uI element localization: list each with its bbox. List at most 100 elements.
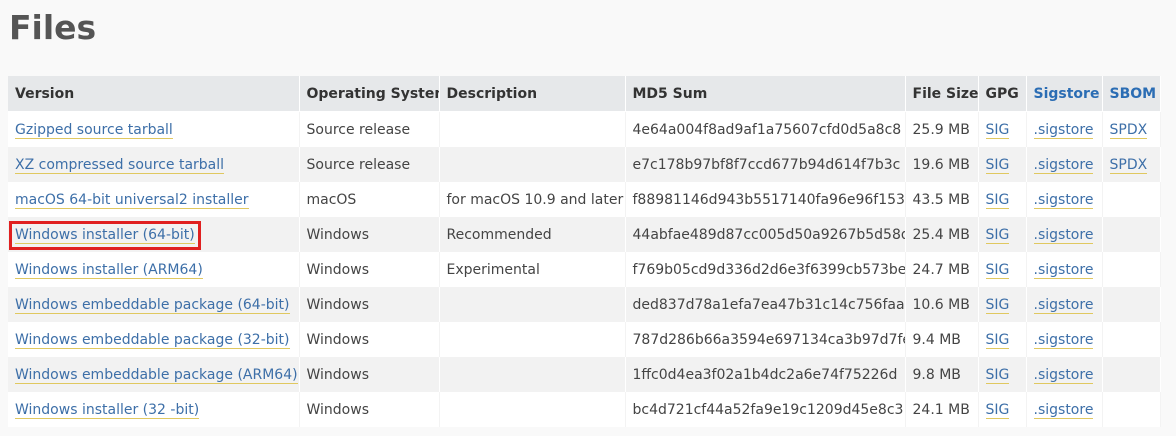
cell-gpg: SIG bbox=[978, 111, 1027, 147]
cell-size: 24.7 MB bbox=[905, 252, 979, 287]
cell-sbom bbox=[1102, 392, 1161, 427]
cell-size: 25.9 MB bbox=[905, 111, 979, 147]
cell-sbom: SPDX bbox=[1102, 111, 1161, 147]
sigstore-header-link[interactable]: Sigstore bbox=[1034, 86, 1100, 102]
cell-gpg: SIG bbox=[978, 182, 1027, 217]
col-md5: MD5 Sum bbox=[625, 76, 906, 112]
page-title: Files bbox=[9, 8, 97, 47]
table-row: Windows installer (64-bit) Windows Recomme… bbox=[8, 217, 1161, 252]
os-cell: macOS bbox=[306, 191, 357, 208]
cell-gpg: SIG bbox=[978, 252, 1027, 287]
cell-os: Windows bbox=[299, 392, 440, 427]
sbom-header-link[interactable]: SBOM bbox=[1110, 86, 1157, 102]
cell-sbom bbox=[1102, 322, 1161, 357]
sigstore-link[interactable]: .sigstore bbox=[1033, 226, 1094, 244]
cell-md5: e7c178b97bf8f7ccd677b94d614f7b3c bbox=[625, 147, 906, 182]
sbom-spdx-link[interactable]: SPDX bbox=[1109, 121, 1148, 139]
md5-cell: e7c178b97bf8f7ccd677b94d614f7b3c bbox=[632, 156, 901, 173]
cell-size: 19.6 MB bbox=[905, 147, 979, 182]
cell-version: Windows embeddable package (64-bit) bbox=[8, 287, 300, 322]
version-download-link[interactable]: Windows embeddable package (32-bit) bbox=[15, 331, 290, 349]
cell-sigstore: .sigstore bbox=[1026, 111, 1103, 147]
sigstore-link[interactable]: .sigstore bbox=[1033, 261, 1094, 279]
version-download-link[interactable]: Gzipped source tarball bbox=[15, 121, 173, 139]
cell-version: Windows installer (64-bit) bbox=[8, 217, 300, 252]
file-size-cell: 25.4 MB bbox=[912, 226, 970, 243]
md5-cell: bc4d721cf44a52fa9e19c1209d45e8c3 bbox=[632, 401, 904, 418]
version-download-link[interactable]: macOS 64-bit universal2 installer bbox=[15, 191, 249, 209]
table-header-row: Version Operating System Description MD5… bbox=[8, 76, 1161, 112]
cell-md5: f88981146d943b5517140fa96e96f153 bbox=[625, 182, 906, 217]
cell-os: macOS bbox=[299, 182, 440, 217]
gpg-sig-link[interactable]: SIG bbox=[985, 261, 1010, 279]
cell-size: 24.1 MB bbox=[905, 392, 979, 427]
cell-os: Windows bbox=[299, 322, 440, 357]
sigstore-link[interactable]: .sigstore bbox=[1033, 401, 1094, 419]
cell-sbom bbox=[1102, 217, 1161, 252]
cell-md5: f769b05cd9d336d2d6e3f6399cb573be bbox=[625, 252, 906, 287]
sigstore-link[interactable]: .sigstore bbox=[1033, 296, 1094, 314]
cell-description: Recommended bbox=[439, 217, 626, 252]
cell-sigstore: .sigstore bbox=[1026, 287, 1103, 322]
sigstore-link[interactable]: .sigstore bbox=[1033, 331, 1094, 349]
gpg-sig-link[interactable]: SIG bbox=[985, 331, 1010, 349]
col-sbom: SBOM bbox=[1102, 76, 1161, 112]
cell-description bbox=[439, 287, 626, 322]
version-download-link[interactable]: Windows installer (ARM64) bbox=[15, 261, 203, 279]
cell-sigstore: .sigstore bbox=[1026, 252, 1103, 287]
md5-cell: 44abfae489d87cc005d50a9267b5d58d bbox=[632, 226, 905, 243]
table-row: Windows embeddable package (32-bit) Windo… bbox=[8, 322, 1161, 357]
cell-os: Source release bbox=[299, 147, 440, 182]
cell-os: Windows bbox=[299, 217, 440, 252]
version-download-link[interactable]: XZ compressed source tarball bbox=[15, 156, 225, 174]
file-size-cell: 25.9 MB bbox=[912, 121, 970, 138]
description-cell: Experimental bbox=[446, 261, 540, 278]
os-cell: Windows bbox=[306, 296, 370, 313]
gpg-sig-link[interactable]: SIG bbox=[985, 226, 1010, 244]
sigstore-link[interactable]: .sigstore bbox=[1033, 121, 1094, 139]
cell-size: 9.8 MB bbox=[905, 357, 979, 392]
cell-md5: 44abfae489d87cc005d50a9267b5d58d bbox=[625, 217, 906, 252]
sigstore-link[interactable]: .sigstore bbox=[1033, 191, 1094, 209]
gpg-sig-link[interactable]: SIG bbox=[985, 121, 1010, 139]
cell-sbom: SPDX bbox=[1102, 147, 1161, 182]
os-cell: Windows bbox=[306, 261, 370, 278]
col-os: Operating System bbox=[299, 76, 440, 112]
cell-gpg: SIG bbox=[978, 322, 1027, 357]
cell-version: Windows embeddable package (32-bit) bbox=[8, 322, 300, 357]
gpg-sig-link[interactable]: SIG bbox=[985, 296, 1010, 314]
gpg-sig-link[interactable]: SIG bbox=[985, 366, 1010, 384]
cell-md5: 4e64a004f8ad9af1a75607cfd0d5a8c8 bbox=[625, 111, 906, 147]
gpg-sig-link[interactable]: SIG bbox=[985, 401, 1010, 419]
highlighted-download-link[interactable]: Windows installer (64-bit) bbox=[9, 220, 201, 250]
cell-md5: bc4d721cf44a52fa9e19c1209d45e8c3 bbox=[625, 392, 906, 427]
md5-cell: 4e64a004f8ad9af1a75607cfd0d5a8c8 bbox=[632, 121, 902, 138]
file-size-cell: 9.4 MB bbox=[912, 331, 961, 348]
cell-sbom bbox=[1102, 357, 1161, 392]
file-size-cell: 24.7 MB bbox=[912, 261, 970, 278]
cell-sigstore: .sigstore bbox=[1026, 217, 1103, 252]
sigstore-link[interactable]: .sigstore bbox=[1033, 156, 1094, 174]
cell-version: Windows embeddable package (ARM64) bbox=[8, 357, 300, 392]
file-size-cell: 19.6 MB bbox=[912, 156, 970, 173]
sbom-spdx-link[interactable]: SPDX bbox=[1109, 156, 1148, 174]
cell-description bbox=[439, 357, 626, 392]
gpg-sig-link[interactable]: SIG bbox=[985, 156, 1010, 174]
version-download-link[interactable]: Windows embeddable package (64-bit) bbox=[15, 296, 290, 314]
cell-sigstore: .sigstore bbox=[1026, 392, 1103, 427]
table-row: macOS 64-bit universal2 installer macOS fo… bbox=[8, 182, 1161, 217]
col-file-size: File Size bbox=[905, 76, 979, 112]
cell-md5: 1ffc0d4ea3f02a1b4dc2a6e74f75226d bbox=[625, 357, 906, 392]
cell-sigstore: .sigstore bbox=[1026, 182, 1103, 217]
version-download-link[interactable]: Windows embeddable package (ARM64) bbox=[15, 366, 298, 384]
cell-description bbox=[439, 392, 626, 427]
col-description: Description bbox=[439, 76, 626, 112]
version-download-link[interactable]: Windows installer (32 -bit) bbox=[15, 401, 200, 419]
md5-cell: f769b05cd9d336d2d6e3f6399cb573be bbox=[632, 261, 905, 278]
sigstore-link[interactable]: .sigstore bbox=[1033, 366, 1094, 384]
cell-size: 43.5 MB bbox=[905, 182, 979, 217]
file-size-cell: 10.6 MB bbox=[912, 296, 970, 313]
gpg-sig-link[interactable]: SIG bbox=[985, 191, 1010, 209]
cell-sbom bbox=[1102, 252, 1161, 287]
cell-gpg: SIG bbox=[978, 357, 1027, 392]
